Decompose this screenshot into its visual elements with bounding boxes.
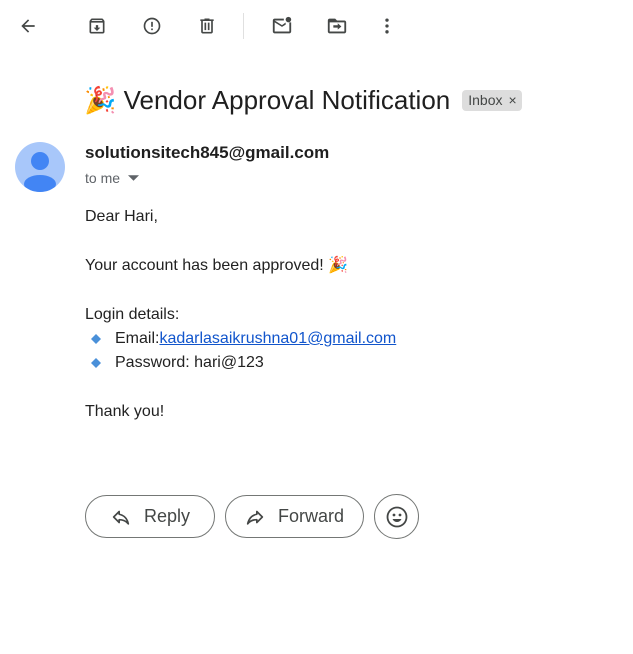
smiley-icon [386,506,407,527]
remove-label-icon[interactable]: × [509,92,517,108]
forward-icon [246,510,264,525]
delete-icon[interactable] [191,10,223,42]
diamond-bullet-icon [91,358,101,368]
diamond-bullet-icon [91,334,101,344]
closing: Thank you! [85,403,165,420]
mark-unread-icon[interactable] [266,10,298,42]
toolbar-divider [243,13,244,39]
chevron-down-icon[interactable] [128,175,140,181]
reply-label: Reply [144,506,191,526]
label-text: Inbox [468,91,503,108]
emoji-reaction-button[interactable] [374,494,419,539]
email-body: Dear Hari, Your account has been approve… [85,205,396,424]
inbox-label-chip[interactable]: Inbox × [462,89,522,111]
approved-line: Your account has been approved! 🎉 [85,257,349,274]
subject-row: 🎉 Vendor Approval Notification Inbox × [84,80,522,120]
email-subject: 🎉 Vendor Approval Notification [84,84,451,115]
email-link[interactable]: kadarlasaikrushna01@gmail.com [159,327,396,351]
archive-icon[interactable] [81,10,113,42]
reply-actions: Reply Forward [85,494,419,539]
email-label: Email: [115,330,160,347]
back-icon[interactable] [12,10,44,42]
toolbar [0,0,633,52]
reply-button[interactable]: Reply [85,495,215,538]
move-to-icon[interactable] [321,10,353,42]
recipient-details[interactable]: to me [85,170,140,186]
report-spam-icon[interactable] [136,10,168,42]
reply-icon [112,510,130,525]
avatar[interactable] [15,142,65,192]
list-item: Password: hari@123 [85,351,396,375]
sender-email[interactable]: solutionsitech845@gmail.com [85,143,329,163]
list-item: Email: kadarlasaikrushna01@gmail.com [85,327,396,351]
recipient-text: to me [85,170,121,186]
password-line: Password: hari@123 [115,354,264,371]
greeting: Dear Hari, [85,208,158,225]
more-icon[interactable] [371,10,403,42]
forward-button[interactable]: Forward [225,495,364,538]
forward-label: Forward [278,506,345,526]
login-heading: Login details: [85,306,180,323]
